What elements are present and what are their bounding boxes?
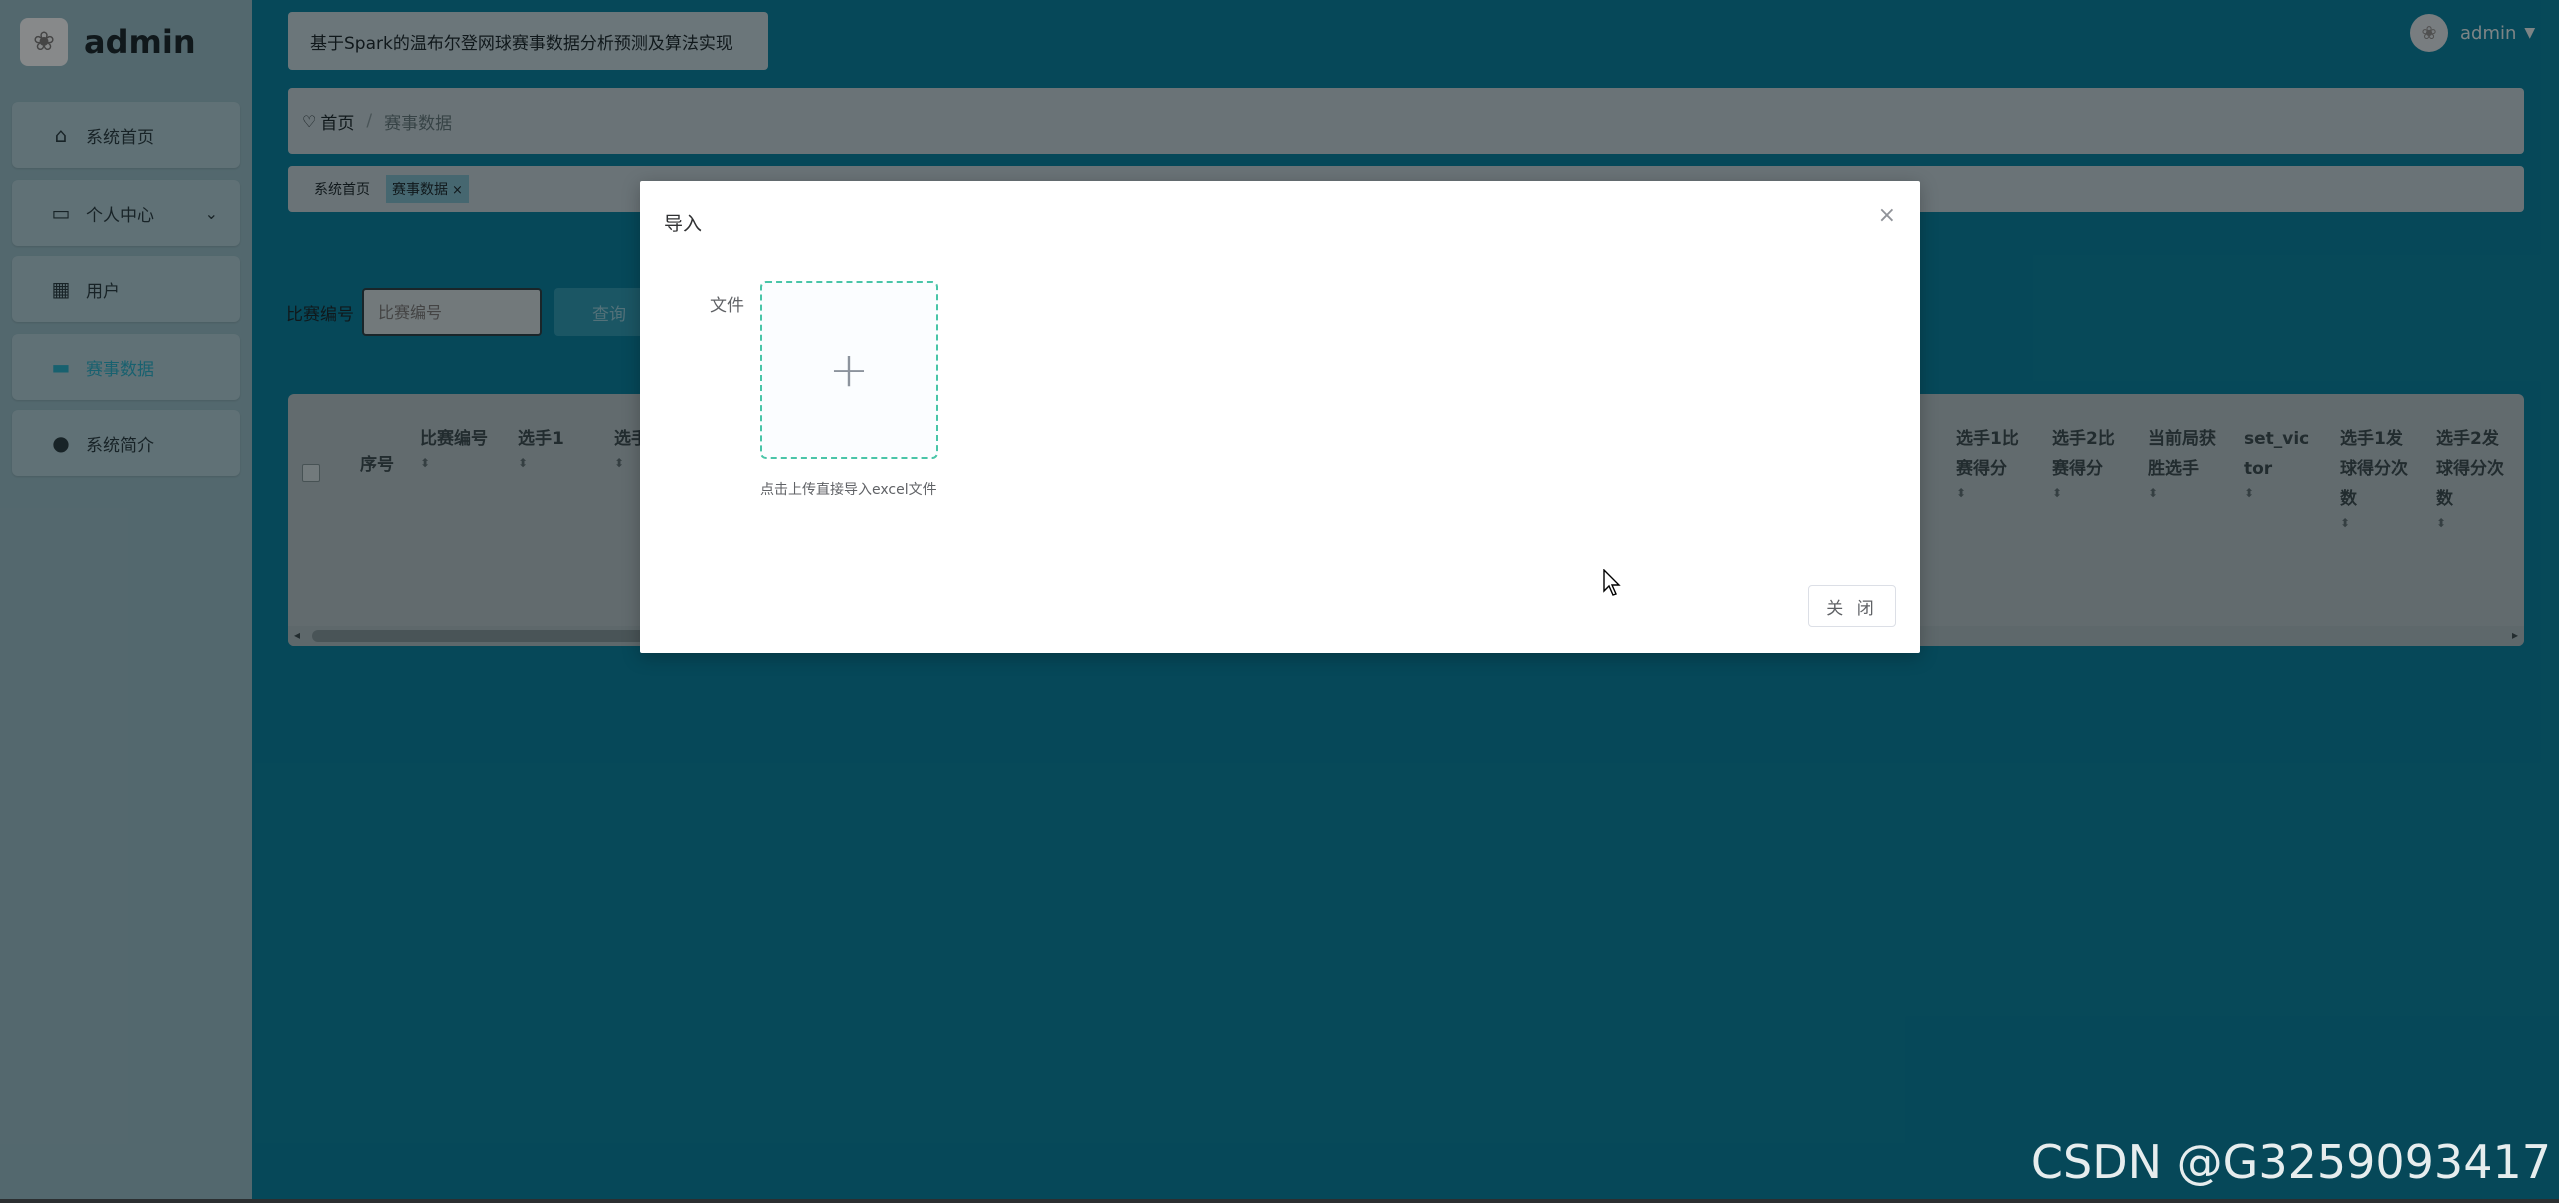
- mouse-cursor-icon: [1603, 569, 1621, 596]
- bottom-strip: [0, 1199, 2559, 1203]
- dialog-title: 导入: [664, 213, 703, 235]
- close-icon[interactable]: ×: [1878, 203, 1896, 228]
- file-upload-area[interactable]: +: [760, 281, 938, 459]
- close-button[interactable]: 关 闭: [1808, 585, 1896, 627]
- file-field-label: 文件: [710, 296, 744, 316]
- watermark: CSDN @G3259093417: [2030, 1135, 2551, 1189]
- upload-tip: 点击上传直接导入excel文件: [760, 482, 937, 498]
- import-dialog: 导入 × 文件 + 点击上传直接导入excel文件 关 闭: [640, 181, 1920, 653]
- plus-icon: +: [828, 342, 870, 398]
